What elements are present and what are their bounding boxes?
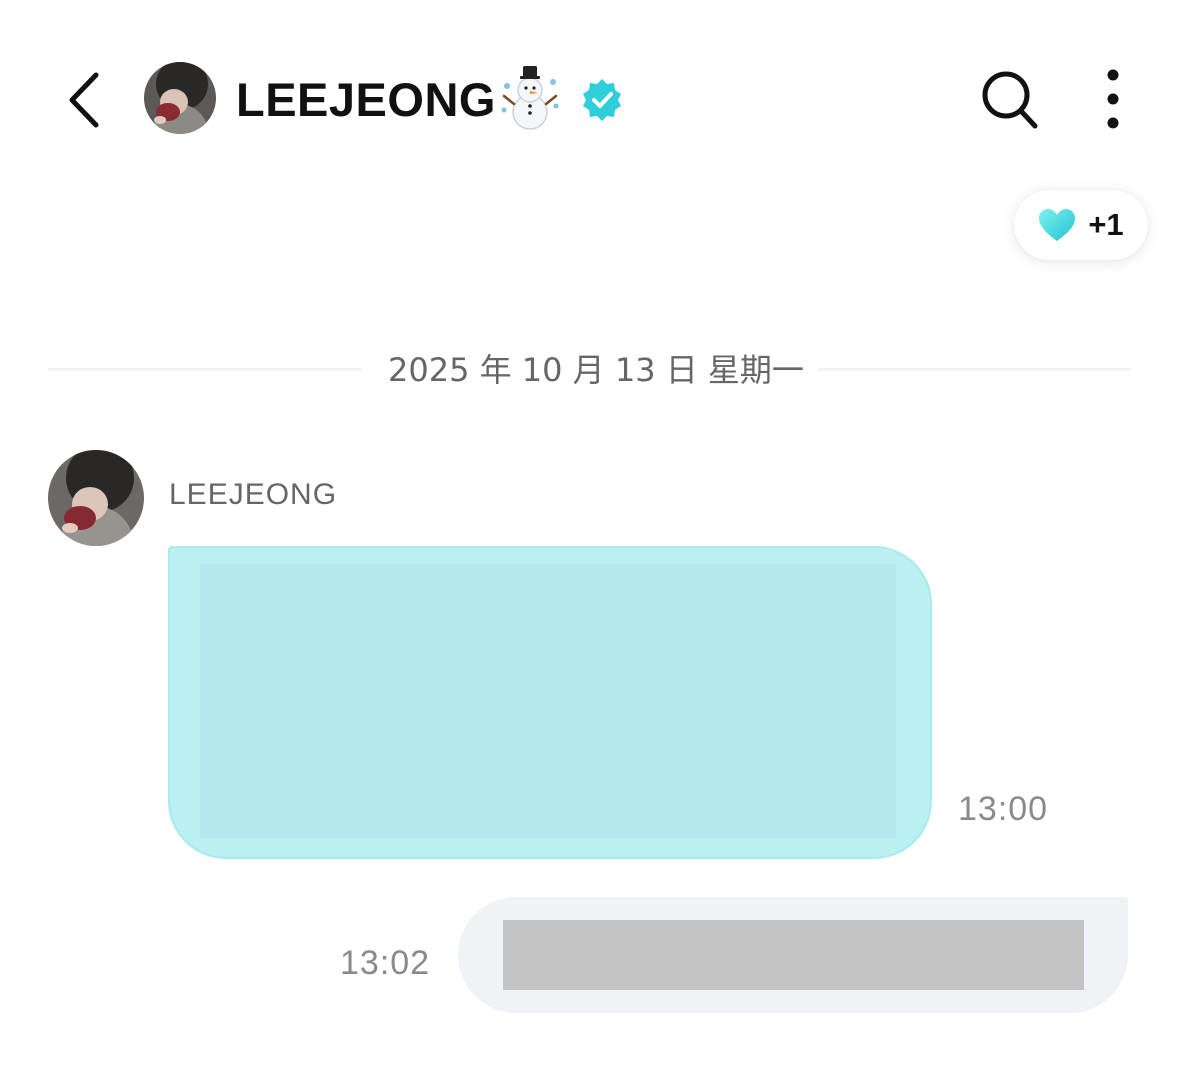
chevron-left-icon	[69, 72, 99, 128]
message-timestamp: 13:02	[340, 944, 431, 982]
redacted-message-content	[503, 920, 1084, 990]
header-title[interactable]: LEEJEONG	[236, 72, 496, 128]
reaction-count: +1	[1088, 207, 1124, 242]
heart-icon	[1039, 209, 1076, 241]
snowman-icon	[498, 66, 562, 132]
header-avatar[interactable]	[144, 62, 216, 134]
divider-line-left	[48, 368, 362, 371]
incoming-message-bubble[interactable]	[168, 546, 932, 859]
outgoing-message-bubble[interactable]	[458, 897, 1128, 1013]
date-divider: 2025 年 10 月 13 日 星期一	[48, 340, 1131, 400]
sender-name: LEEJEONG	[169, 478, 338, 511]
chat-header: LEEJEONG	[0, 0, 1179, 190]
chat-screen: LEEJEONG +1 2025 年 10 月 13 日 星期一 LEEJEON…	[0, 0, 1179, 1065]
sender-avatar[interactable]	[48, 450, 144, 546]
back-button[interactable]	[54, 62, 114, 138]
redacted-message-content	[200, 564, 896, 838]
verified-badge-icon	[580, 78, 624, 122]
reaction-pill[interactable]: +1	[1014, 190, 1148, 260]
search-button[interactable]	[978, 66, 1044, 132]
search-icon	[982, 71, 1038, 129]
divider-line-right	[818, 368, 1131, 371]
date-label: 2025 年 10 月 13 日 星期一	[388, 351, 804, 389]
more-options-button[interactable]	[1090, 66, 1136, 132]
more-vertical-icon	[1107, 69, 1119, 129]
message-timestamp: 13:00	[958, 790, 1049, 828]
